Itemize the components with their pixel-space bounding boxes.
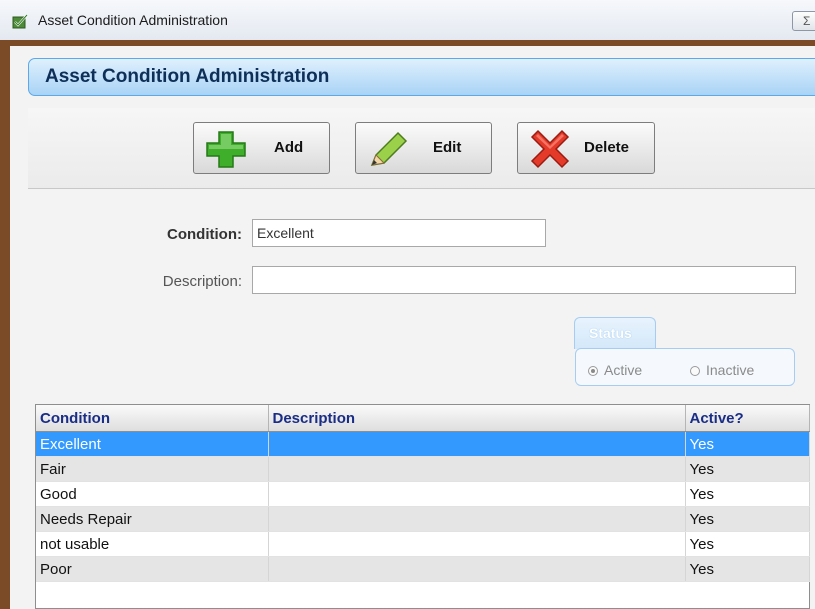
condition-label: Condition: xyxy=(167,226,242,243)
cell-active: Yes xyxy=(685,531,810,557)
window-title: Asset Condition Administration xyxy=(38,12,228,28)
status-active-label: Active xyxy=(604,362,643,378)
cell-description xyxy=(268,506,686,532)
status-inactive-label: Inactive xyxy=(706,362,755,378)
edit-button[interactable]: Edit xyxy=(355,122,492,174)
cell-description xyxy=(268,456,686,482)
window-titlebar: Asset Condition Administration Σ xyxy=(0,0,815,41)
status-label: Status xyxy=(589,325,632,341)
cell-active: Yes xyxy=(685,556,810,582)
delete-button-label: Delete xyxy=(584,139,630,156)
app-check-icon xyxy=(12,13,28,29)
plus-icon xyxy=(206,131,246,168)
condition-input[interactable] xyxy=(252,219,546,247)
close-icon: Σ xyxy=(803,14,811,28)
table-row[interactable]: Fair Yes xyxy=(36,456,810,482)
cell-description xyxy=(268,556,686,582)
cell-active: Yes xyxy=(685,481,810,507)
cell-description xyxy=(268,531,686,557)
description-label: Description: xyxy=(162,273,242,290)
table-row[interactable]: Excellent Yes xyxy=(36,431,810,457)
radio-unselected-icon xyxy=(690,366,700,376)
status-group-header: Status xyxy=(574,317,656,349)
column-header-condition[interactable]: Condition xyxy=(36,405,269,432)
close-window-button[interactable]: Σ xyxy=(792,11,815,31)
pencil-icon xyxy=(370,131,408,166)
delete-x-icon xyxy=(530,129,570,169)
toolbar: Add Edit Delete xyxy=(28,108,815,189)
cell-condition: not usable xyxy=(36,531,269,557)
column-header-active[interactable]: Active? xyxy=(685,405,810,432)
cell-description xyxy=(268,431,686,457)
description-input[interactable] xyxy=(252,266,796,294)
page-header: Asset Condition Administration xyxy=(28,58,815,96)
table-row[interactable]: Poor Yes xyxy=(36,556,810,582)
cell-condition: Excellent xyxy=(36,431,269,457)
cell-condition: Needs Repair xyxy=(36,506,269,532)
table-row[interactable]: Needs Repair Yes xyxy=(36,506,810,532)
add-button[interactable]: Add xyxy=(193,122,330,174)
conditions-grid: Condition Description Active? Excellent … xyxy=(35,404,810,609)
add-button-label: Add xyxy=(274,139,304,156)
cell-active: Yes xyxy=(685,456,810,482)
status-active-radio[interactable]: Active xyxy=(588,362,642,378)
radio-selected-icon xyxy=(588,366,598,376)
cell-condition: Fair xyxy=(36,456,269,482)
table-row[interactable]: Good Yes xyxy=(36,481,810,507)
cell-active: Yes xyxy=(685,431,810,457)
cell-condition: Poor xyxy=(36,556,269,582)
cell-active: Yes xyxy=(685,506,810,532)
delete-button[interactable]: Delete xyxy=(517,122,655,174)
cell-description xyxy=(268,481,686,507)
status-inactive-radio[interactable]: Inactive xyxy=(690,362,754,378)
window-frame-left xyxy=(0,40,10,609)
edit-button-label: Edit xyxy=(433,139,462,156)
page-title: Asset Condition Administration xyxy=(45,66,330,87)
column-header-description[interactable]: Description xyxy=(268,405,686,432)
cell-condition: Good xyxy=(36,481,269,507)
table-row[interactable]: not usable Yes xyxy=(36,531,810,557)
